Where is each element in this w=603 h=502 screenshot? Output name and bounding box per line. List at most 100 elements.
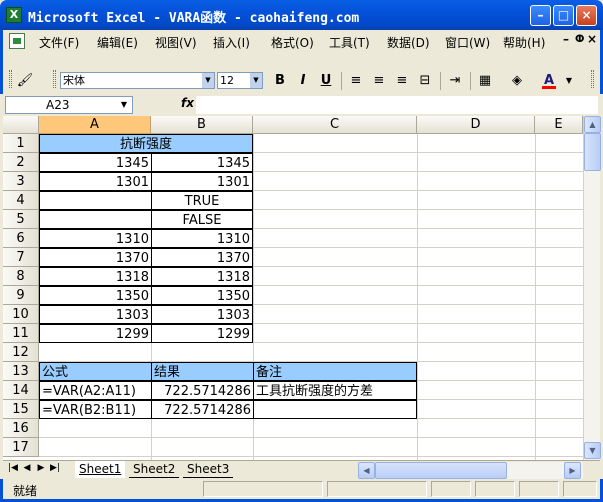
cell-c14[interactable]: 工具抗断强度的方差 xyxy=(253,381,417,400)
cell-b15[interactable]: 722.5714286 xyxy=(151,400,254,419)
font-size-select[interactable]: 12 ▼ xyxy=(217,72,263,89)
cell-a5[interactable] xyxy=(39,210,152,229)
menu-data[interactable]: 数据(D) xyxy=(387,34,430,51)
cell-b2[interactable]: 1345 xyxy=(151,153,253,172)
row-header[interactable]: 5 xyxy=(3,210,39,229)
cell-a7[interactable]: 1370 xyxy=(39,248,152,267)
name-box[interactable]: A23 xyxy=(5,96,133,114)
next-sheet-icon[interactable]: ▶ xyxy=(35,463,47,473)
last-sheet-icon[interactable]: ▶| xyxy=(49,463,61,473)
menu-format[interactable]: 格式(O) xyxy=(271,34,314,51)
horizontal-scrollbar[interactable]: ◀ ▶ xyxy=(358,462,583,479)
align-right-icon[interactable]: ≡ xyxy=(392,71,412,91)
chevron-down-icon[interactable]: ▼ xyxy=(250,73,262,88)
cell-c15[interactable] xyxy=(253,400,417,419)
column-header-a[interactable]: A xyxy=(39,116,151,134)
worksheet-grid[interactable]: A B C D E 1 2 3 4 5 6 7 8 9 10 11 12 13 … xyxy=(3,116,583,460)
cell-a13[interactable]: 公式 xyxy=(39,362,152,381)
column-header-e[interactable]: E xyxy=(535,116,583,134)
cell-b8[interactable]: 1318 xyxy=(151,267,253,286)
cell-b3[interactable]: 1301 xyxy=(151,172,253,191)
italic-button[interactable]: I xyxy=(293,71,313,91)
row-header[interactable]: 11 xyxy=(3,324,39,343)
cell-a8[interactable]: 1318 xyxy=(39,267,152,286)
first-sheet-icon[interactable]: |◀ xyxy=(7,463,19,473)
row-header[interactable]: 8 xyxy=(3,267,39,286)
scroll-left-icon[interactable]: ◀ xyxy=(358,462,375,479)
format-painter-icon[interactable]: 🖌 xyxy=(15,71,35,91)
sheet-tab-sheet3[interactable]: Sheet3 xyxy=(183,461,234,478)
cell-a9[interactable]: 1350 xyxy=(39,286,152,305)
cell-a3[interactable]: 1301 xyxy=(39,172,152,191)
cell-a1-merged[interactable]: 抗断强度 xyxy=(39,134,253,153)
cell-b9[interactable]: 1350 xyxy=(151,286,253,305)
prev-sheet-icon[interactable]: ◀ xyxy=(21,463,33,473)
mdi-minimize-button[interactable]: – xyxy=(563,32,569,46)
workbook-icon[interactable] xyxy=(9,33,25,49)
sheet-tab-sheet2[interactable]: Sheet2 xyxy=(129,461,180,478)
menu-view[interactable]: 视图(V) xyxy=(155,34,197,51)
cell-a4[interactable] xyxy=(39,191,152,210)
align-center-icon[interactable]: ≡ xyxy=(369,71,389,91)
indent-icon[interactable]: ⇥ xyxy=(445,71,465,91)
row-header[interactable]: 4 xyxy=(3,191,39,210)
cell-a6[interactable]: 1310 xyxy=(39,229,152,248)
vertical-scroll-thumb[interactable] xyxy=(584,133,601,171)
menu-window[interactable]: 窗口(W) xyxy=(445,34,490,51)
row-header[interactable]: 7 xyxy=(3,248,39,267)
fill-color-icon[interactable]: ◈ xyxy=(507,71,527,91)
row-header[interactable]: 16 xyxy=(3,419,39,438)
cell-a11[interactable]: 1299 xyxy=(39,324,152,343)
row-header[interactable]: 13 xyxy=(3,362,39,381)
chevron-down-icon[interactable]: ▼ xyxy=(559,71,579,91)
chevron-down-icon[interactable]: ▼ xyxy=(202,73,214,88)
cell-a15[interactable]: =VAR(B2:B11) xyxy=(39,400,152,419)
row-header[interactable]: 9 xyxy=(3,286,39,305)
underline-button[interactable]: U xyxy=(316,71,336,91)
cell-a10[interactable]: 1303 xyxy=(39,305,152,324)
scroll-up-icon[interactable]: ▲ xyxy=(584,116,601,133)
row-header[interactable]: 12 xyxy=(3,343,39,362)
scroll-down-icon[interactable]: ▼ xyxy=(584,442,601,459)
insert-function-icon[interactable]: fx xyxy=(181,96,194,110)
menu-tools[interactable]: 工具(T) xyxy=(329,34,370,51)
select-all-corner[interactable] xyxy=(3,116,39,134)
menu-file[interactable]: 文件(F) xyxy=(39,34,79,51)
chevron-down-icon[interactable]: ▼ xyxy=(117,97,131,113)
minimize-button[interactable]: – xyxy=(530,5,551,26)
row-header[interactable]: 2 xyxy=(3,153,39,172)
column-header-c[interactable]: C xyxy=(253,116,417,134)
cell-b10[interactable]: 1303 xyxy=(151,305,253,324)
mdi-restore-button[interactable]: ⵀ xyxy=(575,34,584,45)
sheet-tab-sheet1[interactable]: Sheet1 xyxy=(75,461,126,478)
vertical-scrollbar[interactable]: ▲ ▼ xyxy=(583,116,601,460)
column-header-d[interactable]: D xyxy=(417,116,535,134)
menu-help[interactable]: 帮助(H) xyxy=(503,34,545,51)
cell-b14[interactable]: 722.5714286 xyxy=(151,381,254,400)
cell-b11[interactable]: 1299 xyxy=(151,324,253,343)
row-header[interactable]: 1 xyxy=(3,134,39,153)
toolbar-options-grip[interactable] xyxy=(591,70,594,88)
cell-a2[interactable]: 1345 xyxy=(39,153,152,172)
font-name-select[interactable]: 宋体 ▼ xyxy=(60,72,215,89)
merge-center-icon[interactable]: ⊟ xyxy=(415,71,435,91)
title-bar[interactable]: X Microsoft Excel - VARA函数 - caohaifeng.… xyxy=(0,0,603,30)
row-header[interactable]: 15 xyxy=(3,400,39,419)
align-left-icon[interactable]: ≡ xyxy=(346,71,366,91)
menu-edit[interactable]: 编辑(E) xyxy=(97,34,138,51)
cell-b4[interactable]: TRUE xyxy=(151,191,253,210)
bold-button[interactable]: B xyxy=(270,71,290,91)
toolbar-grip[interactable] xyxy=(53,70,56,88)
cell-c13[interactable]: 备注 xyxy=(253,362,417,381)
cell-b7[interactable]: 1370 xyxy=(151,248,253,267)
horizontal-scroll-thumb[interactable] xyxy=(375,462,507,479)
font-color-icon[interactable]: A xyxy=(539,71,559,91)
row-header[interactable]: 6 xyxy=(3,229,39,248)
cell-b5[interactable]: FALSE xyxy=(151,210,253,229)
cell-a14[interactable]: =VAR(A2:A11) xyxy=(39,381,152,400)
borders-icon[interactable]: ▦ xyxy=(475,71,495,91)
row-header[interactable]: 14 xyxy=(3,381,39,400)
scroll-right-icon[interactable]: ▶ xyxy=(564,462,581,479)
row-header[interactable]: 3 xyxy=(3,172,39,191)
cell-b13[interactable]: 结果 xyxy=(151,362,254,381)
